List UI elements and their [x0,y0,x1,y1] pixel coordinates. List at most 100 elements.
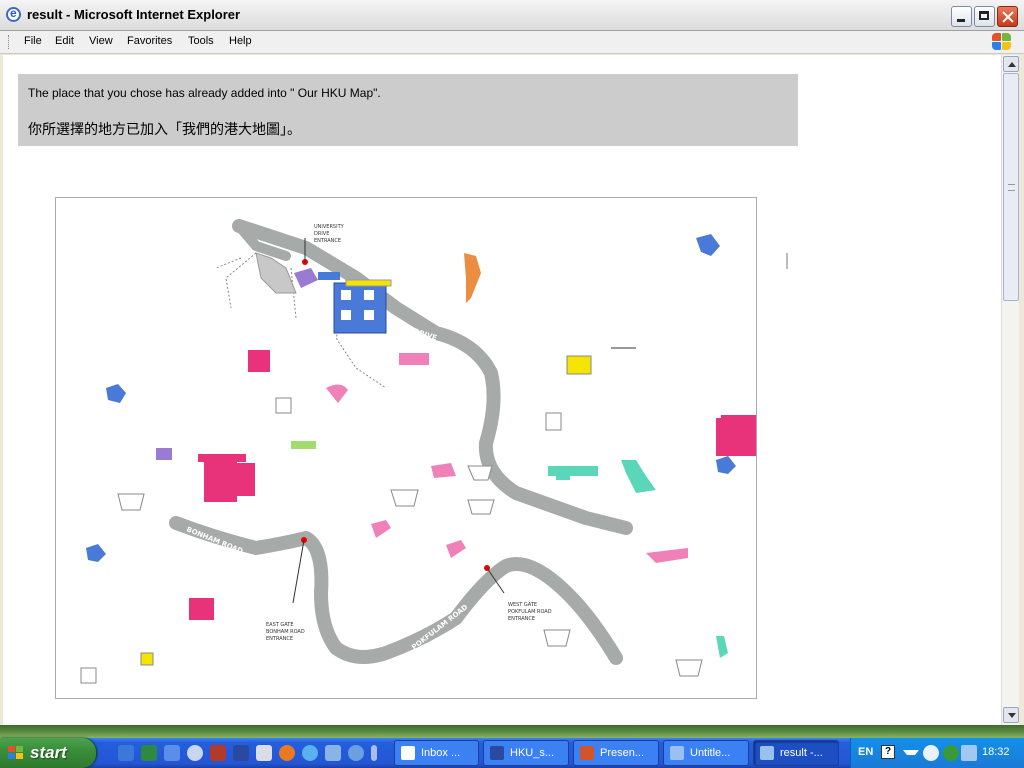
confirmation-message-box: The place that you chose has already add… [18,74,798,146]
yellow-strip-marker[interactable] [345,279,392,287]
start-button[interactable]: start [0,738,96,768]
message-english: The place that you chose has already add… [28,86,381,100]
antivirus-tray-icon[interactable] [943,745,959,761]
powerpoint-icon [580,746,594,760]
toolbar-grip[interactable] [8,35,11,49]
east-gate-label-1: EAST GATE [266,622,294,628]
outlook-icon [401,746,415,760]
task-untitled[interactable]: Untitle... [663,740,749,766]
university-drive-entrance-label-2: DRIVE [314,231,329,237]
firefox-quicklaunch-icon[interactable] [279,745,295,761]
pink-building-marker-5[interactable] [446,540,466,558]
orange-building-marker[interactable] [464,253,481,303]
menu-bar: File Edit View Favorites Tools Help [0,31,1024,54]
pink-large-building-marker-right[interactable] [716,415,771,456]
roads [169,219,633,665]
blue-strip-marker[interactable] [318,272,340,280]
book-quicklaunch-icon[interactable] [210,745,226,761]
clock: 18:32 [982,746,1010,758]
scroll-down-button[interactable] [1003,707,1019,723]
language-indicator[interactable]: EN [858,746,873,758]
task-presentation[interactable]: Presen... [573,740,659,766]
tray-expand-icon[interactable] [923,745,939,761]
green-strip-marker[interactable] [291,441,316,449]
grey-outline-marker-3[interactable] [80,667,97,684]
menu-tools[interactable]: Tools [188,35,214,47]
page-artifact-line [786,253,788,269]
pink-building-marker-4[interactable] [371,520,391,538]
menu-edit[interactable]: Edit [55,35,74,47]
excel-quicklaunch-icon[interactable] [141,745,157,761]
ie-quicklaunch-icon[interactable] [118,745,134,761]
system-tray: EN ? 18:32 [850,738,1024,768]
tray-dropdown-icon[interactable] [903,750,919,755]
menu-view[interactable]: View [89,35,113,47]
university-drive-entrance-label-1: UNIVERSITY [314,224,345,230]
blue-blob-marker-3[interactable] [716,456,736,474]
teal-building-marker[interactable] [548,466,598,480]
ie2-quicklaunch-icon[interactable] [302,745,318,761]
grey-outline-marker-2[interactable] [545,412,562,431]
help-icon[interactable]: ? [881,745,895,759]
scrollbar-thumb[interactable] [1003,73,1019,301]
windows-flag-icon [990,32,1012,51]
app-quicklaunch-icon[interactable] [256,745,272,761]
task-inbox[interactable]: Inbox ... [394,740,479,766]
window-titlebar[interactable]: result - Microsoft Internet Explorer [0,0,1024,31]
quicklaunch-expand-icon[interactable] [371,745,377,761]
pokfulam-road-label: POKFULAM ROAD [410,603,469,652]
vertical-scrollbar[interactable] [1001,55,1020,725]
teal-small-marker[interactable] [716,636,728,658]
west-gate-label-2: POKFULAM ROAD [508,609,552,615]
yellow-building-marker[interactable] [566,355,592,375]
campus-map: UNIVERSITY DRIVE ENTRANCE EAST GATE BONH… [55,197,771,699]
window-border-right [1019,55,1024,725]
browser-viewport: The place that you chose has already add… [3,55,1001,725]
pink-square-marker-1[interactable] [248,350,270,372]
map-markers [80,234,771,684]
purple-square-marker[interactable] [156,448,172,460]
messenger-quicklaunch-icon[interactable] [164,745,180,761]
ie-icon [760,746,774,760]
menu-favorites[interactable]: Favorites [127,35,172,47]
media-player-quicklaunch-icon[interactable] [187,745,203,761]
maximize-button[interactable] [974,6,995,27]
pink-building-marker-3[interactable] [431,463,456,478]
purple-building-marker[interactable] [294,268,318,288]
east-gate-label-3: ENTRANCE [266,636,293,642]
east-gate-label-2: BONHAM ROAD [266,629,305,635]
pink-building-marker-6[interactable] [646,548,688,563]
yellow-square-marker[interactable] [140,652,154,666]
menu-help[interactable]: Help [229,35,252,47]
blue-blob-marker-4[interactable] [86,544,106,562]
ie-icon [6,6,21,22]
desktop-wallpaper-strip [0,725,1024,738]
pink-square-marker-2[interactable] [189,598,214,620]
main-building-marker[interactable] [333,282,387,334]
minimize-button[interactable] [951,6,972,27]
university-drive-road [232,219,633,535]
teal-building-marker-2[interactable] [621,460,656,493]
blue-blob-marker-1[interactable] [106,384,126,403]
pink-large-building-marker[interactable] [198,454,255,502]
word-quicklaunch-icon[interactable] [233,745,249,761]
network-tray-icon[interactable] [961,745,977,761]
taskbar: start Inbox ... HKU_s... Presen... Untit… [0,738,1024,768]
word-icon [490,746,504,760]
blue-blob-marker-2[interactable] [696,234,720,256]
app3-quicklaunch-icon[interactable] [348,745,364,761]
grey-outline-marker-1[interactable] [275,397,292,414]
menu-file[interactable]: File [24,35,42,47]
message-chinese: 你所選擇的地方已加入「我們的港大地圖」。 [28,121,301,137]
pink-building-marker-2[interactable] [326,384,348,403]
task-result[interactable]: result -... [753,740,839,766]
scroll-up-button[interactable] [1003,56,1019,72]
pink-building-marker-1[interactable] [399,353,429,365]
close-button[interactable] [997,6,1018,27]
west-gate-label-1: WEST GATE [508,602,537,608]
campus-map-svg: UNIVERSITY DRIVE ENTRANCE EAST GATE BONH… [80,219,771,684]
task-hku-s[interactable]: HKU_s... [483,740,569,766]
ie-icon [670,746,684,760]
app2-quicklaunch-icon[interactable] [325,745,341,761]
university-drive-entrance-label-3: ENTRANCE [314,238,341,244]
